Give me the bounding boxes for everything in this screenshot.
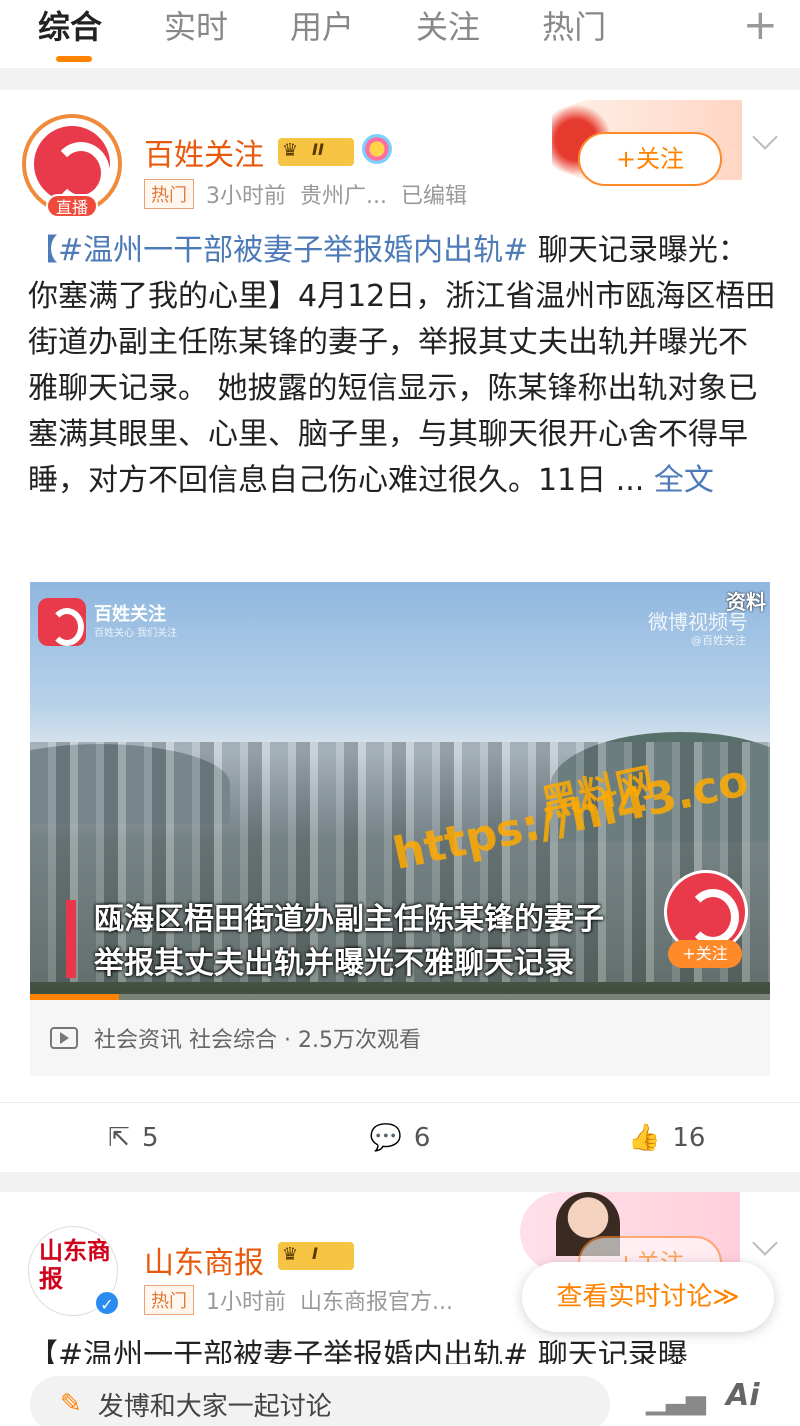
hot-tag: 热门 (144, 179, 194, 209)
tab-realtime[interactable]: 实时 (164, 0, 228, 68)
post-time: 1小时前 (206, 1290, 286, 1315)
post-actions: ⇱ 5 💬 6 👍 16 (0, 1102, 800, 1172)
post-meta: 热门 1小时前 山东商报官方... (144, 1284, 453, 1316)
crown-icon: ♛ (282, 1244, 299, 1265)
author-name[interactable]: 山东商报 (144, 1238, 264, 1282)
pencil-icon: ✎ (60, 1389, 82, 1419)
hashtag-link[interactable]: 【#温州一干部被妻子举报婚内出轨# (28, 233, 528, 268)
rank-badge: ♛ I (278, 1242, 354, 1270)
video-subtitle-line2: 举报其丈夫出轨并曝光不雅聊天记录 (94, 946, 574, 981)
post-time: 3小时前 (206, 184, 286, 209)
repost-button[interactable]: ⇱ 5 (0, 1123, 267, 1153)
comment-button[interactable]: 💬 6 (267, 1123, 534, 1153)
tab-following[interactable]: 关注 (416, 0, 480, 68)
post-card[interactable]: 直播 百姓关注 ♛ II 热门 3小时前 贵州广... 已编辑 +关注 【#温州… (0, 90, 800, 1172)
tab-comprehensive[interactable]: 综合 (38, 0, 102, 68)
follow-button[interactable]: +关注 (578, 132, 722, 186)
tab-hot[interactable]: 热门 (542, 0, 606, 68)
rank-level: I (312, 1244, 318, 1263)
add-tab-icon[interactable]: + (743, 4, 778, 46)
post-body: 聊天记录曝光：你塞满了我的心里】4月12日，浙江省温州市瓯海区梧田街道办副主任陈… (28, 233, 776, 498)
rank-badge: ♛ II (278, 138, 354, 166)
avatar-logo-text: 山东商报 (39, 1237, 111, 1293)
thumbs-up-icon: 👍 (627, 1122, 661, 1153)
compose-input[interactable]: ✎ 发博和大家一起讨论 (30, 1376, 610, 1426)
video-follow-button[interactable]: +关注 (668, 940, 742, 968)
chevron-down-icon[interactable] (752, 124, 778, 150)
post-meta: 热门 3小时前 贵州广... 已编辑 (144, 178, 467, 210)
video-slogan: 百姓关心 我们关注 (94, 628, 178, 639)
weibo-video-watermark-sub: @百姓关注 (691, 634, 746, 647)
live-discussion-button[interactable]: 查看实时讨论≫ (522, 1262, 774, 1332)
rank-level: II (312, 140, 324, 159)
compose-placeholder: 发博和大家一起讨论 (97, 1391, 332, 1422)
video-icon (50, 1027, 78, 1049)
search-tabs: 综合 实时 用户 关注 热门 + (0, 0, 800, 68)
flower-icon (362, 134, 392, 164)
post-text[interactable]: 【#温州一干部被妻子举报婚内出轨# 聊天记录曝光：你塞满了我的心里】4月12日，… (28, 228, 776, 504)
verified-icon: ✓ (94, 1290, 120, 1316)
tab-users[interactable]: 用户 (290, 0, 354, 68)
comment-icon: 💬 (369, 1122, 402, 1153)
video-meta[interactable]: 社会资讯 社会综合 · 2.5万次观看 (30, 1000, 770, 1076)
weibo-video-watermark: 微博视频号 (648, 610, 748, 634)
video-brand: 百姓关注 (94, 604, 166, 625)
chevron-down-icon[interactable] (752, 1230, 778, 1256)
author-name[interactable]: 百姓关注 (144, 130, 264, 174)
live-badge: 直播 (46, 194, 98, 218)
like-count: 16 (672, 1122, 706, 1153)
post-source: 山东商报官方... (300, 1290, 453, 1315)
comment-count: 6 (413, 1122, 431, 1153)
brand-logo-icon (34, 126, 110, 204)
bottom-bar: ✎ 发博和大家一起讨论 ▁▃▅ Ai (0, 1364, 800, 1426)
subtitle-accent-bar (66, 900, 76, 978)
video-player[interactable]: 百姓关注 百姓关心 我们关注 资料 微博视频号 @百姓关注 黑料网 https:… (30, 582, 770, 1000)
weibo-search-results: 综合 实时 用户 关注 热门 + 直播 百姓关注 ♛ II 热门 3小时前 贵州… (0, 0, 800, 1426)
post-source: 贵州广... (300, 184, 387, 209)
like-button[interactable]: 👍 16 (533, 1123, 800, 1153)
video-subtitle-line1: 瓯海区梧田街道办副主任陈某锋的妻子 (94, 902, 604, 937)
hot-tag: 热门 (144, 1285, 194, 1315)
crown-icon: ♛ (282, 140, 299, 161)
channel-logo-icon (38, 598, 86, 646)
edited-label: 已编辑 (400, 184, 467, 209)
video-meta-text: 社会资讯 社会综合 · 2.5万次观看 (94, 1028, 421, 1053)
share-icon: ⇱ (108, 1122, 130, 1153)
read-more-link[interactable]: 全文 (644, 463, 714, 498)
ai-icon[interactable]: Ai (726, 1378, 760, 1413)
stats-icon[interactable]: ▁▃▅ (646, 1386, 706, 1416)
tabs-fade (660, 0, 740, 68)
repost-count: 5 (141, 1122, 159, 1153)
